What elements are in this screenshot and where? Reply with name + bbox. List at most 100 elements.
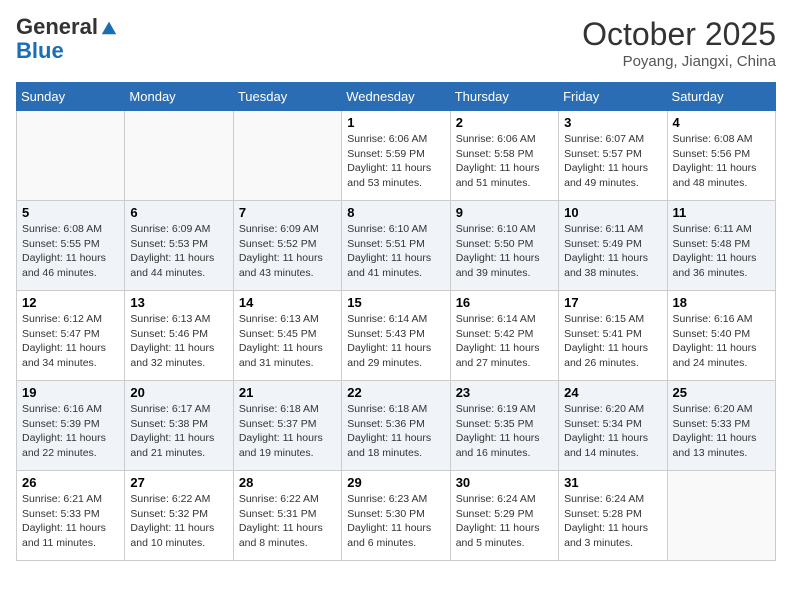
day-number: 9: [456, 205, 553, 220]
day-number: 15: [347, 295, 444, 310]
table-row: 9 Sunrise: 6:10 AMSunset: 5:50 PMDayligh…: [450, 201, 558, 291]
day-number: 16: [456, 295, 553, 310]
table-row: [17, 111, 125, 201]
day-number: 20: [130, 385, 227, 400]
day-number: 7: [239, 205, 336, 220]
day-number: 22: [347, 385, 444, 400]
table-row: 31 Sunrise: 6:24 AMSunset: 5:28 PMDaylig…: [559, 471, 667, 561]
month-title: October 2025: [582, 16, 776, 53]
table-row: 17 Sunrise: 6:15 AMSunset: 5:41 PMDaylig…: [559, 291, 667, 381]
day-info: Sunrise: 6:07 AMSunset: 5:57 PMDaylight:…: [564, 133, 648, 189]
day-info: Sunrise: 6:09 AMSunset: 5:52 PMDaylight:…: [239, 223, 323, 279]
table-row: 22 Sunrise: 6:18 AMSunset: 5:36 PMDaylig…: [342, 381, 450, 471]
day-number: 5: [22, 205, 119, 220]
logo-icon: [100, 18, 118, 36]
calendar-table: Sunday Monday Tuesday Wednesday Thursday…: [16, 82, 776, 561]
day-number: 17: [564, 295, 661, 310]
day-number: 14: [239, 295, 336, 310]
table-row: 1 Sunrise: 6:06 AMSunset: 5:59 PMDayligh…: [342, 111, 450, 201]
day-number: 27: [130, 475, 227, 490]
table-row: 5 Sunrise: 6:08 AMSunset: 5:55 PMDayligh…: [17, 201, 125, 291]
day-info: Sunrise: 6:18 AMSunset: 5:36 PMDaylight:…: [347, 403, 431, 459]
header-friday: Friday: [559, 83, 667, 111]
calendar-week-row: 5 Sunrise: 6:08 AMSunset: 5:55 PMDayligh…: [17, 201, 776, 291]
table-row: 16 Sunrise: 6:14 AMSunset: 5:42 PMDaylig…: [450, 291, 558, 381]
logo-blue: Blue: [16, 38, 64, 64]
table-row: 21 Sunrise: 6:18 AMSunset: 5:37 PMDaylig…: [233, 381, 341, 471]
day-number: 28: [239, 475, 336, 490]
table-row: 13 Sunrise: 6:13 AMSunset: 5:46 PMDaylig…: [125, 291, 233, 381]
day-info: Sunrise: 6:13 AMSunset: 5:45 PMDaylight:…: [239, 313, 323, 369]
day-number: 29: [347, 475, 444, 490]
table-row: [233, 111, 341, 201]
calendar-week-row: 26 Sunrise: 6:21 AMSunset: 5:33 PMDaylig…: [17, 471, 776, 561]
day-info: Sunrise: 6:10 AMSunset: 5:50 PMDaylight:…: [456, 223, 540, 279]
table-row: 20 Sunrise: 6:17 AMSunset: 5:38 PMDaylig…: [125, 381, 233, 471]
header-sunday: Sunday: [17, 83, 125, 111]
day-info: Sunrise: 6:23 AMSunset: 5:30 PMDaylight:…: [347, 493, 431, 549]
day-info: Sunrise: 6:14 AMSunset: 5:43 PMDaylight:…: [347, 313, 431, 369]
day-info: Sunrise: 6:12 AMSunset: 5:47 PMDaylight:…: [22, 313, 106, 369]
day-info: Sunrise: 6:08 AMSunset: 5:56 PMDaylight:…: [673, 133, 757, 189]
table-row: 23 Sunrise: 6:19 AMSunset: 5:35 PMDaylig…: [450, 381, 558, 471]
day-info: Sunrise: 6:06 AMSunset: 5:58 PMDaylight:…: [456, 133, 540, 189]
logo: General Blue: [16, 16, 118, 64]
calendar-header-row: Sunday Monday Tuesday Wednesday Thursday…: [17, 83, 776, 111]
day-info: Sunrise: 6:20 AMSunset: 5:34 PMDaylight:…: [564, 403, 648, 459]
day-info: Sunrise: 6:08 AMSunset: 5:55 PMDaylight:…: [22, 223, 106, 279]
day-info: Sunrise: 6:10 AMSunset: 5:51 PMDaylight:…: [347, 223, 431, 279]
table-row: 19 Sunrise: 6:16 AMSunset: 5:39 PMDaylig…: [17, 381, 125, 471]
day-info: Sunrise: 6:14 AMSunset: 5:42 PMDaylight:…: [456, 313, 540, 369]
day-number: 1: [347, 115, 444, 130]
table-row: 6 Sunrise: 6:09 AMSunset: 5:53 PMDayligh…: [125, 201, 233, 291]
day-number: 24: [564, 385, 661, 400]
day-info: Sunrise: 6:20 AMSunset: 5:33 PMDaylight:…: [673, 403, 757, 459]
day-info: Sunrise: 6:16 AMSunset: 5:39 PMDaylight:…: [22, 403, 106, 459]
day-info: Sunrise: 6:16 AMSunset: 5:40 PMDaylight:…: [673, 313, 757, 369]
table-row: 2 Sunrise: 6:06 AMSunset: 5:58 PMDayligh…: [450, 111, 558, 201]
day-number: 19: [22, 385, 119, 400]
day-info: Sunrise: 6:21 AMSunset: 5:33 PMDaylight:…: [22, 493, 106, 549]
table-row: 10 Sunrise: 6:11 AMSunset: 5:49 PMDaylig…: [559, 201, 667, 291]
day-number: 30: [456, 475, 553, 490]
day-info: Sunrise: 6:15 AMSunset: 5:41 PMDaylight:…: [564, 313, 648, 369]
calendar-week-row: 1 Sunrise: 6:06 AMSunset: 5:59 PMDayligh…: [17, 111, 776, 201]
calendar-week-row: 19 Sunrise: 6:16 AMSunset: 5:39 PMDaylig…: [17, 381, 776, 471]
table-row: 14 Sunrise: 6:13 AMSunset: 5:45 PMDaylig…: [233, 291, 341, 381]
table-row: [667, 471, 775, 561]
table-row: 12 Sunrise: 6:12 AMSunset: 5:47 PMDaylig…: [17, 291, 125, 381]
day-number: 3: [564, 115, 661, 130]
table-row: 11 Sunrise: 6:11 AMSunset: 5:48 PMDaylig…: [667, 201, 775, 291]
day-info: Sunrise: 6:22 AMSunset: 5:32 PMDaylight:…: [130, 493, 214, 549]
day-number: 8: [347, 205, 444, 220]
title-block: October 2025 Poyang, Jiangxi, China: [582, 16, 776, 70]
header-monday: Monday: [125, 83, 233, 111]
day-info: Sunrise: 6:11 AMSunset: 5:49 PMDaylight:…: [564, 223, 648, 279]
day-number: 18: [673, 295, 770, 310]
day-number: 12: [22, 295, 119, 310]
day-number: 2: [456, 115, 553, 130]
table-row: 7 Sunrise: 6:09 AMSunset: 5:52 PMDayligh…: [233, 201, 341, 291]
day-info: Sunrise: 6:22 AMSunset: 5:31 PMDaylight:…: [239, 493, 323, 549]
table-row: 15 Sunrise: 6:14 AMSunset: 5:43 PMDaylig…: [342, 291, 450, 381]
header-tuesday: Tuesday: [233, 83, 341, 111]
day-info: Sunrise: 6:24 AMSunset: 5:29 PMDaylight:…: [456, 493, 540, 549]
table-row: 29 Sunrise: 6:23 AMSunset: 5:30 PMDaylig…: [342, 471, 450, 561]
day-info: Sunrise: 6:17 AMSunset: 5:38 PMDaylight:…: [130, 403, 214, 459]
header-saturday: Saturday: [667, 83, 775, 111]
day-info: Sunrise: 6:11 AMSunset: 5:48 PMDaylight:…: [673, 223, 757, 279]
table-row: 8 Sunrise: 6:10 AMSunset: 5:51 PMDayligh…: [342, 201, 450, 291]
day-number: 31: [564, 475, 661, 490]
table-row: 26 Sunrise: 6:21 AMSunset: 5:33 PMDaylig…: [17, 471, 125, 561]
day-number: 10: [564, 205, 661, 220]
logo-general: General: [16, 16, 98, 38]
day-info: Sunrise: 6:13 AMSunset: 5:46 PMDaylight:…: [130, 313, 214, 369]
table-row: [125, 111, 233, 201]
table-row: 27 Sunrise: 6:22 AMSunset: 5:32 PMDaylig…: [125, 471, 233, 561]
location-subtitle: Poyang, Jiangxi, China: [582, 53, 776, 70]
day-number: 25: [673, 385, 770, 400]
day-number: 11: [673, 205, 770, 220]
day-info: Sunrise: 6:24 AMSunset: 5:28 PMDaylight:…: [564, 493, 648, 549]
table-row: 3 Sunrise: 6:07 AMSunset: 5:57 PMDayligh…: [559, 111, 667, 201]
table-row: 30 Sunrise: 6:24 AMSunset: 5:29 PMDaylig…: [450, 471, 558, 561]
